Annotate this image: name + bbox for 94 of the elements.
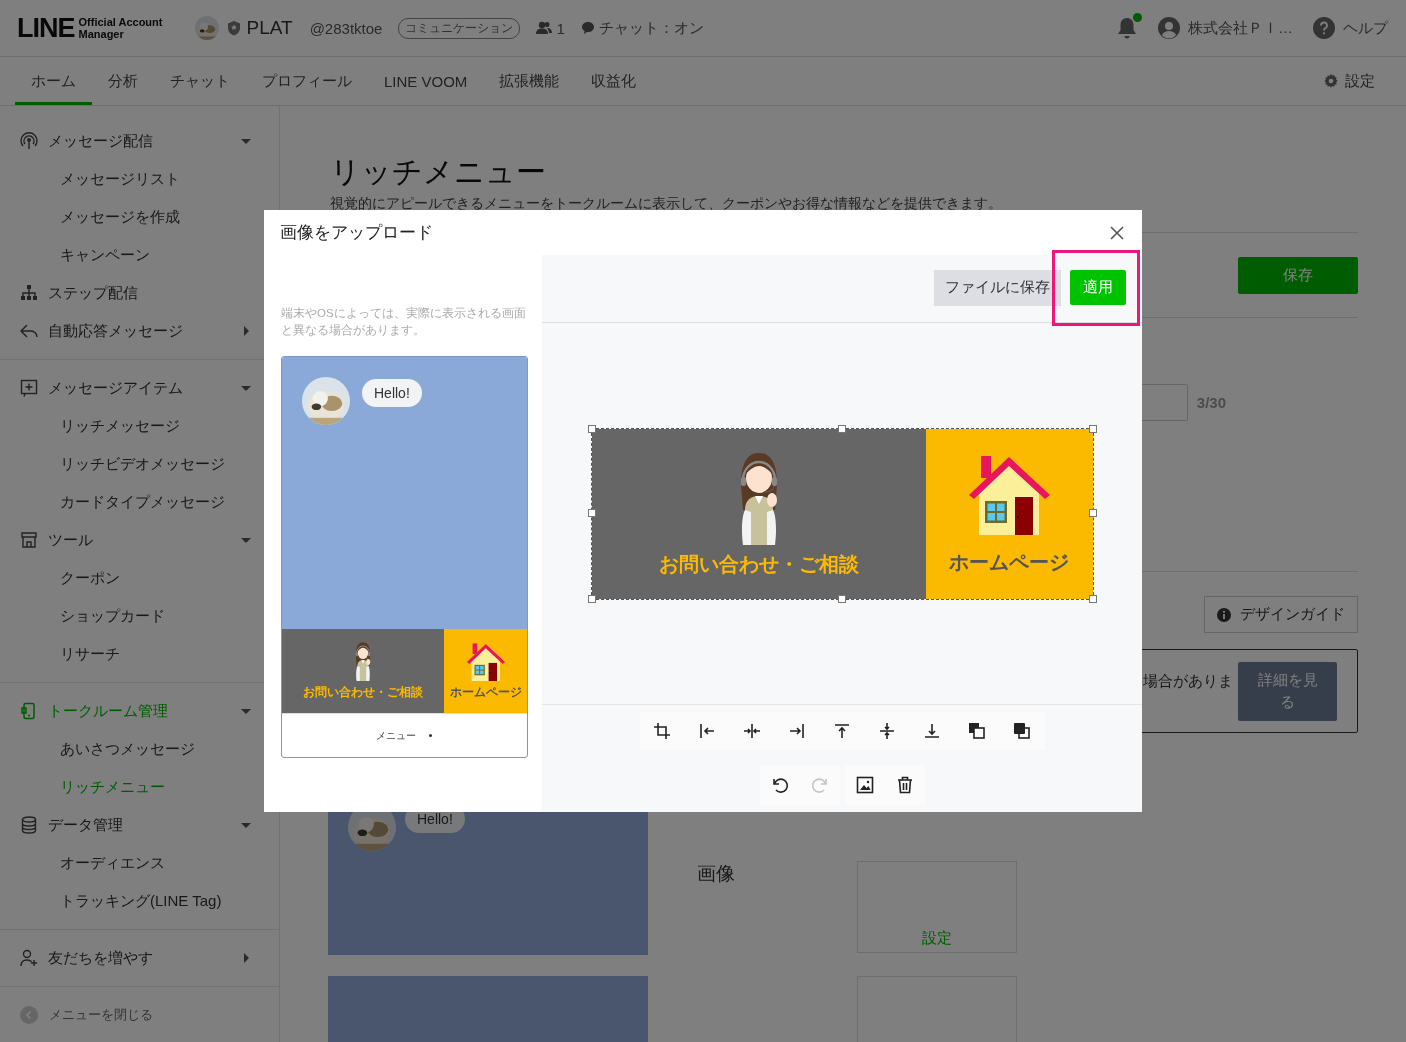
- crop-icon[interactable]: [652, 721, 672, 741]
- image-label: 画像: [697, 862, 736, 886]
- menu-item-icon: [20, 132, 38, 150]
- align-center-icon[interactable]: [742, 721, 762, 741]
- info-icon: [1217, 607, 1231, 622]
- sidebar-subitem[interactable]: リサーチ: [12, 635, 267, 673]
- menu-tile-label: ホームページ: [949, 549, 1069, 575]
- sidebar-subitem[interactable]: カードタイプメッセージ: [12, 483, 267, 521]
- sidebar-subitem[interactable]: リッチメッセージ: [12, 407, 267, 445]
- menu-tile[interactable]: ホームページ: [444, 629, 527, 713]
- align-right-icon[interactable]: [787, 721, 807, 741]
- settings-link[interactable]: 設定: [1345, 71, 1375, 91]
- page-title: リッチメニュー: [330, 154, 547, 190]
- resize-handle[interactable]: [587, 425, 596, 433]
- save-to-file-button[interactable]: ファイルに保存: [934, 269, 1061, 306]
- friends-icon: [536, 21, 553, 35]
- resize-handle[interactable]: [1088, 595, 1097, 603]
- close-icon[interactable]: [1109, 224, 1125, 241]
- dialog-title: 画像をアップロード: [280, 222, 433, 244]
- menu-item-icon: [20, 284, 38, 302]
- help-link[interactable]: ヘルプ: [1343, 18, 1388, 38]
- design-guide-button[interactable]: デザインガイド: [1204, 596, 1358, 633]
- nav-tab[interactable]: プロフィール: [246, 57, 368, 105]
- nav-tab[interactable]: 収益化: [575, 57, 653, 105]
- sidebar-subitem[interactable]: キャンペーン: [12, 236, 267, 274]
- account-menu[interactable]: 株式会社ＰＩ…: [1188, 18, 1293, 38]
- help-icon: [1313, 17, 1335, 39]
- resize-handle[interactable]: [1088, 509, 1097, 517]
- sidebar-subitem[interactable]: クーポン: [12, 559, 267, 597]
- shield-icon: [226, 20, 241, 36]
- sidebar-subitem[interactable]: ショップカード: [12, 597, 267, 635]
- chat-bubble: Hello!: [362, 379, 422, 407]
- resize-handle[interactable]: [1088, 425, 1097, 433]
- menu-bar[interactable]: メニュー: [282, 713, 527, 757]
- device-note: 端末やOSによっては、実際に表示される画面と異なる場合があります。: [281, 306, 526, 339]
- chat-icon: [580, 21, 595, 35]
- logo-text: LINE: [17, 12, 75, 44]
- user-avatar-icon: [1158, 17, 1180, 39]
- sidebar-subitem[interactable]: リッチビデオメッセージ: [12, 445, 267, 483]
- sidebar-subitem[interactable]: メッセージリスト: [12, 160, 267, 198]
- details-button[interactable]: 詳細を見る: [1238, 661, 1337, 721]
- bring-forward-icon[interactable]: [967, 721, 987, 741]
- apply-button[interactable]: 適用: [1070, 270, 1126, 305]
- sidebar-subitem[interactable]: メッセージを作成: [12, 198, 267, 236]
- chat-status: チャット：オン: [598, 18, 704, 38]
- send-backward-icon[interactable]: [1012, 721, 1032, 741]
- menu-item-icon: [20, 531, 38, 549]
- nav-tab[interactable]: 分析: [92, 57, 154, 105]
- sidebar-item[interactable]: メッセージ配信: [12, 122, 267, 160]
- resize-handle[interactable]: [837, 425, 846, 433]
- menu-tile[interactable]: お問い合わせ・ご相談: [282, 629, 444, 713]
- logo-subtitle: Official Account Manager: [78, 16, 164, 40]
- menu-tile-label: ホームページ: [449, 683, 522, 701]
- collapse-menu-link[interactable]: メニューを閉じる: [49, 1006, 153, 1024]
- menu-tile-label: お問い合わせ・ご相談: [303, 684, 423, 701]
- menu-item-icon: [20, 322, 38, 340]
- align-top-icon[interactable]: [832, 721, 852, 741]
- resize-handle[interactable]: [587, 595, 596, 603]
- align-left-icon[interactable]: [697, 721, 717, 741]
- account-name: PLAT: [246, 17, 293, 39]
- account-type-badge: コミュニケーション: [398, 17, 521, 39]
- menu-tile[interactable]: お問い合わせ・ご相談: [591, 429, 926, 599]
- sidebar-subitem[interactable]: オーディエンス: [12, 844, 267, 882]
- settings-icon: [1324, 74, 1338, 88]
- align-middle-icon[interactable]: [877, 721, 897, 741]
- align-bottom-icon[interactable]: [922, 721, 942, 741]
- house-drawing: [465, 641, 506, 681]
- image-icon[interactable]: [854, 775, 875, 795]
- menu-tile-label: お問い合わせ・ご相談: [658, 552, 859, 577]
- sidebar-item[interactable]: ステップ配信: [12, 274, 267, 312]
- sidebar-subitem[interactable]: トラッキング(LINE Tag): [12, 882, 267, 920]
- nav-tab[interactable]: 拡張機能: [483, 57, 576, 105]
- collapse-icon: [20, 1006, 38, 1024]
- nav-tab[interactable]: LINE VOOM: [368, 57, 484, 105]
- sidebar-item[interactable]: 自動応答メッセージ: [12, 312, 267, 350]
- page-description: 視覚的にアピールできるメニューをトークルームに表示して、クーポンやお得な情報などを提供できます。: [330, 194, 1003, 213]
- notice-text: 場合がありま: [1143, 671, 1233, 691]
- menu-item-icon: [20, 949, 38, 967]
- bell-icon[interactable]: [1116, 16, 1138, 40]
- sidebar-item[interactable]: 友だちを増やす: [12, 939, 267, 977]
- menu-item-icon: [20, 702, 38, 720]
- nav-tab[interactable]: チャット: [154, 57, 246, 105]
- sidebar-item[interactable]: メッセージアイテム: [12, 369, 267, 407]
- resize-handle[interactable]: [587, 509, 596, 517]
- menu-tile[interactable]: ホームページ: [925, 429, 1093, 599]
- account-id: @283tktoe: [309, 19, 383, 37]
- friend-count: 1: [556, 19, 565, 37]
- menu-item-icon: [20, 379, 38, 397]
- sidebar-item[interactable]: データ管理: [12, 806, 267, 844]
- menu-item-icon: [20, 816, 38, 834]
- caret-icon: [428, 733, 433, 738]
- sidebar-subitem[interactable]: あいさつメッセージ: [12, 730, 267, 768]
- resize-handle[interactable]: [837, 595, 846, 603]
- sidebar-item[interactable]: ツール: [12, 521, 267, 559]
